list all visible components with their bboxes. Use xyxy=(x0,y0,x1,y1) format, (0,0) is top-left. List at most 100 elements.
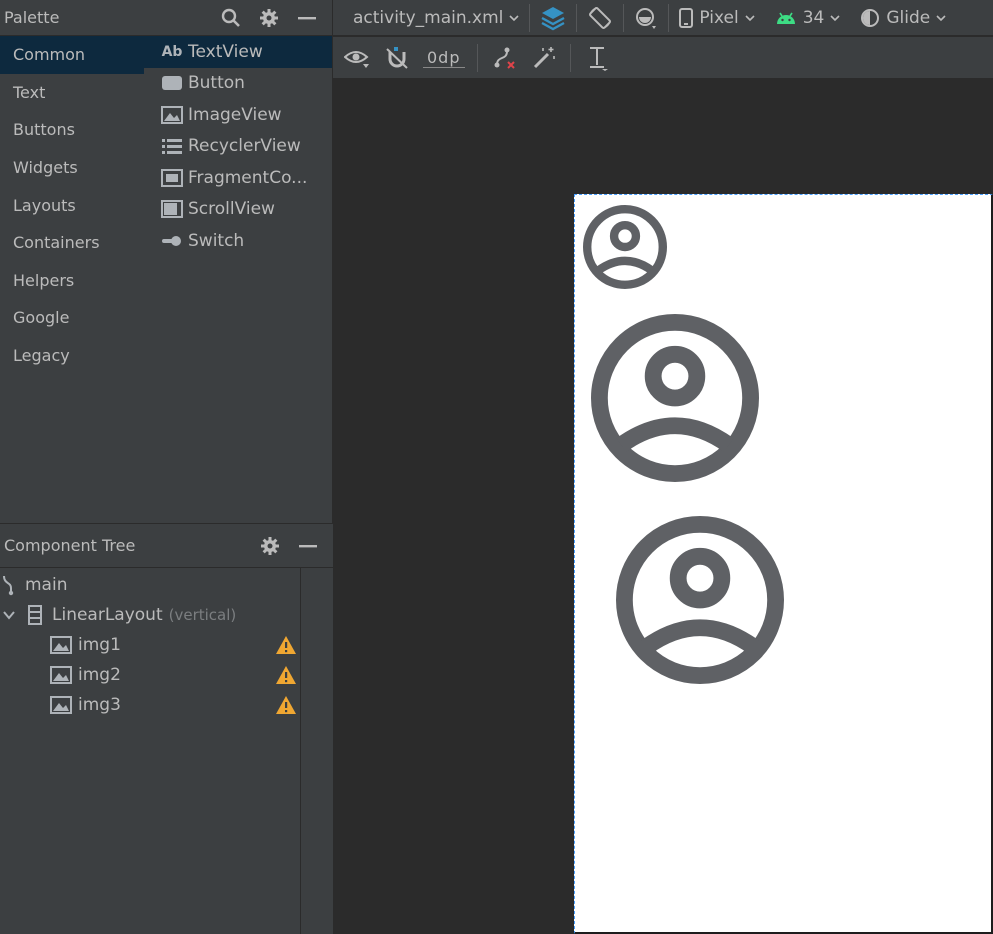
avatar-icon[interactable] xyxy=(583,205,667,289)
tree-item-img3[interactable]: img3 xyxy=(50,690,121,720)
image-icon xyxy=(50,696,72,714)
magic-wand-icon[interactable] xyxy=(530,44,558,72)
widget-switch[interactable]: Switch xyxy=(144,225,332,257)
api-level-selector[interactable]: 34 xyxy=(765,0,851,35)
warning-icon[interactable] xyxy=(275,635,297,655)
category-label: Common xyxy=(13,45,86,65)
gear-icon[interactable] xyxy=(259,535,281,557)
eye-icon[interactable] xyxy=(343,44,371,72)
image-icon xyxy=(50,666,72,684)
design-surface-button[interactable] xyxy=(530,0,576,35)
file-selector[interactable]: activity_main.xml xyxy=(333,0,529,35)
rotate-icon xyxy=(589,6,612,29)
image-icon xyxy=(50,636,72,654)
widget-textview[interactable]: Ab TextView xyxy=(144,36,332,68)
category-widgets[interactable]: Widgets xyxy=(0,149,144,187)
tree-item-img1[interactable]: img1 xyxy=(50,630,121,660)
category-label: Helpers xyxy=(13,270,75,290)
component-tree-title: Component Tree xyxy=(4,536,136,555)
category-label: Layouts xyxy=(13,195,76,215)
avatar-icon[interactable] xyxy=(591,314,759,482)
toolbar-divider xyxy=(569,43,571,72)
widget-recyclerview[interactable]: RecyclerView xyxy=(144,131,332,163)
gear-icon[interactable] xyxy=(258,7,280,29)
widget-label: TextView xyxy=(188,41,263,62)
widget-fragmentcontainer[interactable]: FragmentCo... xyxy=(144,162,332,194)
widget-label: Switch xyxy=(188,230,245,251)
api-level: 34 xyxy=(802,7,825,28)
tree-item-label: main xyxy=(25,575,68,595)
category-buttons[interactable]: Buttons xyxy=(0,111,144,149)
tree-item-label: img1 xyxy=(78,635,121,655)
default-margin-field[interactable]: 0dp xyxy=(423,48,465,68)
chevron-down-icon xyxy=(830,14,840,21)
widget-button[interactable]: Button xyxy=(144,68,332,100)
chevron-down-icon xyxy=(745,14,755,21)
image-icon xyxy=(161,105,183,124)
theme-selector[interactable]: Glide xyxy=(850,0,956,35)
tree-item-main[interactable]: main xyxy=(0,570,67,600)
category-text[interactable]: Text xyxy=(0,74,144,112)
category-helpers[interactable]: Helpers xyxy=(0,262,144,300)
minimize-icon[interactable] xyxy=(297,535,319,557)
chevron-down-icon[interactable] xyxy=(0,608,18,622)
avatar-icon[interactable] xyxy=(616,516,784,684)
category-label: Buttons xyxy=(13,120,75,140)
layers-icon xyxy=(541,6,565,30)
warning-icon[interactable] xyxy=(275,695,297,715)
design-toolbar: activity_main.xml Pixel 34 Glide xyxy=(333,0,993,36)
tree-divider xyxy=(300,568,301,934)
text-ab-icon: Ab xyxy=(161,43,183,60)
clear-constraints-icon[interactable] xyxy=(490,44,518,72)
align-icon[interactable] xyxy=(583,44,611,72)
category-legacy[interactable]: Legacy xyxy=(0,337,144,375)
theme-icon xyxy=(861,8,880,27)
palette-title: Palette xyxy=(4,8,60,27)
category-label: Widgets xyxy=(13,158,78,178)
palette-widgets: Ab TextView Button ImageView RecyclerVie… xyxy=(144,36,332,523)
tree-item-label: img2 xyxy=(78,665,121,685)
widget-imageview[interactable]: ImageView xyxy=(144,99,332,131)
minimize-icon[interactable] xyxy=(296,7,318,29)
fragment-icon xyxy=(161,168,183,187)
device-preview[interactable] xyxy=(574,194,993,934)
palette-panel: Palette Common Text Buttons Widgets Layo… xyxy=(0,0,333,523)
chevron-down-icon xyxy=(936,14,946,21)
category-google[interactable]: Google xyxy=(0,299,144,337)
chevron-down-icon xyxy=(509,14,519,21)
switch-icon xyxy=(161,232,183,250)
palette-header: Palette xyxy=(0,0,332,36)
palette-categories: Common Text Buttons Widgets Layouts Cont… xyxy=(0,36,144,523)
night-mode-button[interactable] xyxy=(624,0,668,35)
magnet-off-icon[interactable] xyxy=(383,44,411,72)
category-containers[interactable]: Containers xyxy=(0,224,144,262)
tree-item-linearlayout[interactable]: LinearLayout (vertical) xyxy=(0,600,236,630)
orientation-button[interactable] xyxy=(577,0,623,35)
theme-name: Glide xyxy=(886,7,931,28)
category-label: Containers xyxy=(13,233,100,253)
toolbar-divider xyxy=(476,43,478,72)
list-icon xyxy=(161,137,183,155)
navigation-icon xyxy=(0,574,24,596)
phone-icon xyxy=(679,7,694,28)
device-selector[interactable]: Pixel xyxy=(669,0,764,35)
widget-label: ImageView xyxy=(188,104,282,125)
device-name: Pixel xyxy=(699,7,739,28)
orientation-hint: (vertical) xyxy=(168,606,237,624)
tree-item-label: img3 xyxy=(78,695,121,715)
category-label: Google xyxy=(13,308,70,328)
widget-scrollview[interactable]: ScrollView xyxy=(144,194,332,226)
category-layouts[interactable]: Layouts xyxy=(0,186,144,224)
android-icon xyxy=(776,12,795,24)
widget-label: FragmentCo... xyxy=(188,167,308,188)
category-common[interactable]: Common xyxy=(0,36,144,74)
search-icon[interactable] xyxy=(220,7,242,29)
night-mode-icon xyxy=(636,7,657,29)
design-canvas xyxy=(333,80,993,934)
component-tree-body: main LinearLayout (vertical) img1 img2 i… xyxy=(0,568,333,934)
category-label: Legacy xyxy=(13,346,70,366)
button-icon xyxy=(161,74,183,92)
warning-icon[interactable] xyxy=(275,665,297,685)
tree-item-img2[interactable]: img2 xyxy=(50,660,121,690)
layout-toolbar: 0dp xyxy=(333,37,993,79)
